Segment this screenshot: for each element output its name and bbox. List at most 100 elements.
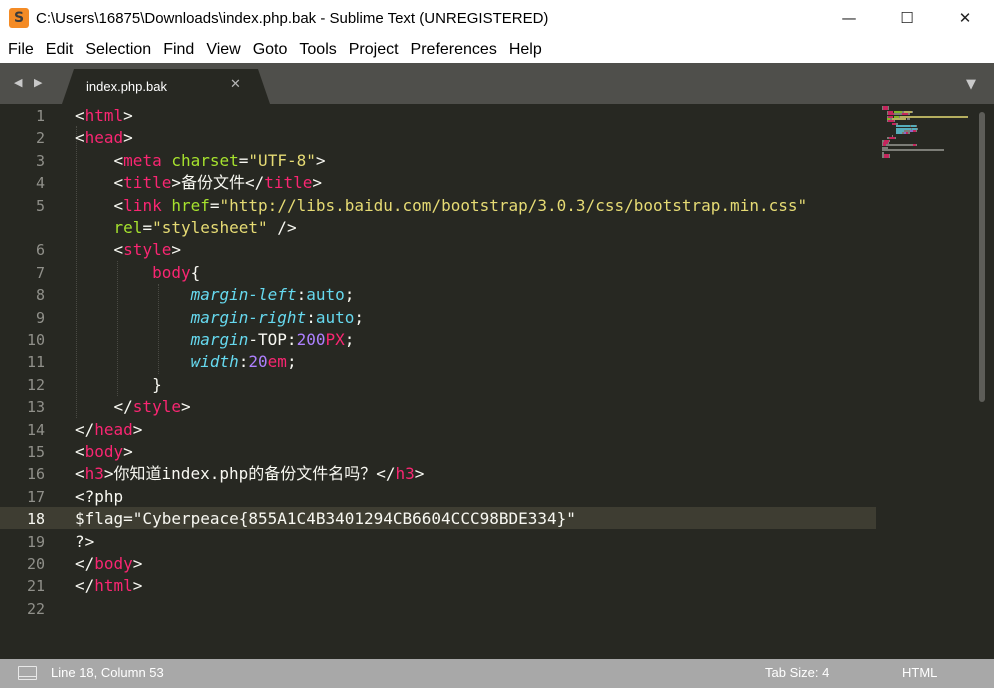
syntax-indicator[interactable]: HTML bbox=[902, 665, 937, 680]
menu-help[interactable]: Help bbox=[503, 41, 548, 59]
code-line: <style> bbox=[75, 239, 181, 261]
code-token: < bbox=[75, 442, 85, 461]
code-token: rel bbox=[113, 218, 143, 237]
code-token: ; bbox=[344, 330, 355, 349]
menu-project[interactable]: Project bbox=[343, 41, 405, 59]
minimize-button[interactable]: — bbox=[820, 0, 878, 36]
code-token: width bbox=[190, 352, 239, 372]
code-token: style bbox=[123, 240, 172, 260]
code-token: : bbox=[306, 307, 316, 327]
menu-selection[interactable]: Selection bbox=[79, 41, 157, 59]
tab-nav-arrows-icon[interactable]: ◀ ▶ bbox=[14, 76, 46, 89]
code-token: ; bbox=[354, 307, 364, 327]
code-token: "UTF-8" bbox=[248, 150, 316, 170]
code-token: > bbox=[132, 576, 143, 596]
menu-goto[interactable]: Goto bbox=[247, 41, 294, 59]
code-line: </style> bbox=[75, 396, 191, 418]
tab-bar: ◀ ▶ index.php.bak ✕ ▼ bbox=[0, 63, 994, 104]
line-number: 5 bbox=[35, 196, 45, 215]
code-token: href bbox=[171, 195, 210, 215]
code-token: margin-right bbox=[190, 307, 307, 327]
scrollbar-thumb[interactable] bbox=[979, 112, 985, 402]
menu-tools[interactable]: Tools bbox=[293, 41, 342, 59]
code-token: < bbox=[75, 195, 124, 215]
code-token: </ bbox=[75, 419, 95, 439]
code-token: head bbox=[94, 419, 133, 439]
code-token: > bbox=[123, 442, 133, 461]
code-token: $flag="Cyberpeace{855A1C4B3401294CB6604C… bbox=[75, 509, 576, 529]
code-token: < bbox=[75, 150, 124, 170]
line-number: 18 bbox=[26, 510, 45, 529]
panel-toggle-icon[interactable] bbox=[18, 666, 37, 680]
code-token: < bbox=[75, 240, 124, 260]
line-number: 4 bbox=[35, 174, 45, 193]
code-token: > bbox=[132, 554, 143, 573]
tab-size-indicator[interactable]: Tab Size: 4 bbox=[765, 665, 829, 680]
code-editor[interactable]: 1 2 3 4 5 6 7 8 9 10 11 12 13 14 15 16 17 18 19 20 21 22 <htm… bbox=[0, 104, 994, 659]
code-token: "stylesheet" bbox=[152, 218, 268, 237]
code-token: >备份文件</ bbox=[171, 173, 265, 193]
code-token: title bbox=[264, 173, 313, 193]
code-line: rel="stylesheet" /> bbox=[75, 217, 297, 239]
code-line: margin-right:auto; bbox=[75, 307, 364, 329]
code-token: 200 bbox=[296, 330, 326, 349]
close-button[interactable]: ✕ bbox=[936, 0, 994, 36]
line-number: 20 bbox=[26, 555, 45, 573]
code-token: > bbox=[171, 240, 181, 260]
line-number: 1 bbox=[35, 107, 45, 125]
tab-index-php-bak[interactable]: index.php.bak ✕ bbox=[62, 69, 270, 104]
code-line: <body> bbox=[75, 441, 133, 463]
code-line: width:20em; bbox=[75, 351, 297, 373]
menu-bar: File Edit Selection Find View Goto Tools… bbox=[0, 36, 994, 63]
code-token: < bbox=[75, 128, 85, 148]
minimap-segment bbox=[907, 118, 910, 120]
menu-preferences[interactable]: Preferences bbox=[405, 41, 503, 59]
minimap-segment bbox=[908, 132, 910, 135]
minimap-segment bbox=[915, 144, 917, 147]
tab-close-icon[interactable]: ✕ bbox=[230, 77, 241, 92]
minimap[interactable] bbox=[878, 104, 973, 164]
minimap-segment bbox=[912, 110, 914, 113]
code-token: title bbox=[123, 173, 172, 193]
menu-file[interactable]: File bbox=[2, 41, 40, 59]
code-token: charset bbox=[171, 150, 239, 170]
menu-find[interactable]: Find bbox=[157, 41, 200, 59]
line-number: 16 bbox=[26, 465, 45, 484]
minimap-segment bbox=[895, 137, 897, 140]
line-number: 19 bbox=[26, 532, 45, 551]
line-number: 22 bbox=[26, 599, 45, 618]
code-line: $flag="Cyberpeace{855A1C4B3401294CB6604C… bbox=[75, 508, 576, 530]
tab-dropdown-icon[interactable]: ▼ bbox=[966, 77, 976, 92]
code-line: <html> bbox=[75, 105, 133, 127]
code-token: } bbox=[75, 374, 162, 394]
code-line: margin-left:auto; bbox=[75, 284, 355, 306]
line-number: 2 bbox=[35, 129, 45, 148]
code-token: < bbox=[75, 173, 124, 193]
code-token: = bbox=[142, 218, 153, 237]
line-number: 17 bbox=[26, 487, 45, 506]
window-controls: — ☐ ✕ bbox=[820, 0, 994, 36]
menu-view[interactable]: View bbox=[200, 41, 246, 59]
code-line: <link href="http://libs.baidu.com/bootst… bbox=[75, 195, 808, 217]
status-bar: Line 18, Column 53 Tab Size: 4 HTML bbox=[0, 659, 994, 688]
line-number: 9 bbox=[35, 308, 45, 327]
code-token: > bbox=[180, 397, 191, 417]
sublime-app-icon: S bbox=[9, 8, 29, 28]
code-token: </ bbox=[75, 576, 95, 596]
code-token: ; bbox=[344, 285, 355, 305]
code-token: 20 bbox=[248, 352, 268, 372]
menu-edit[interactable]: Edit bbox=[40, 41, 80, 59]
code-token: : bbox=[296, 285, 307, 305]
minimap-segment bbox=[916, 127, 918, 130]
maximize-button[interactable]: ☐ bbox=[878, 0, 936, 36]
code-token: > bbox=[123, 128, 133, 148]
line-number: 13 bbox=[26, 398, 45, 417]
window-title: C:\Users\16875\Downloads\index.php.bak -… bbox=[36, 9, 549, 27]
code-token: body bbox=[152, 262, 191, 282]
code-token: = bbox=[238, 150, 249, 170]
code-line: } bbox=[75, 374, 162, 396]
code-token: </ bbox=[75, 554, 95, 573]
code-token: /> bbox=[267, 218, 297, 237]
